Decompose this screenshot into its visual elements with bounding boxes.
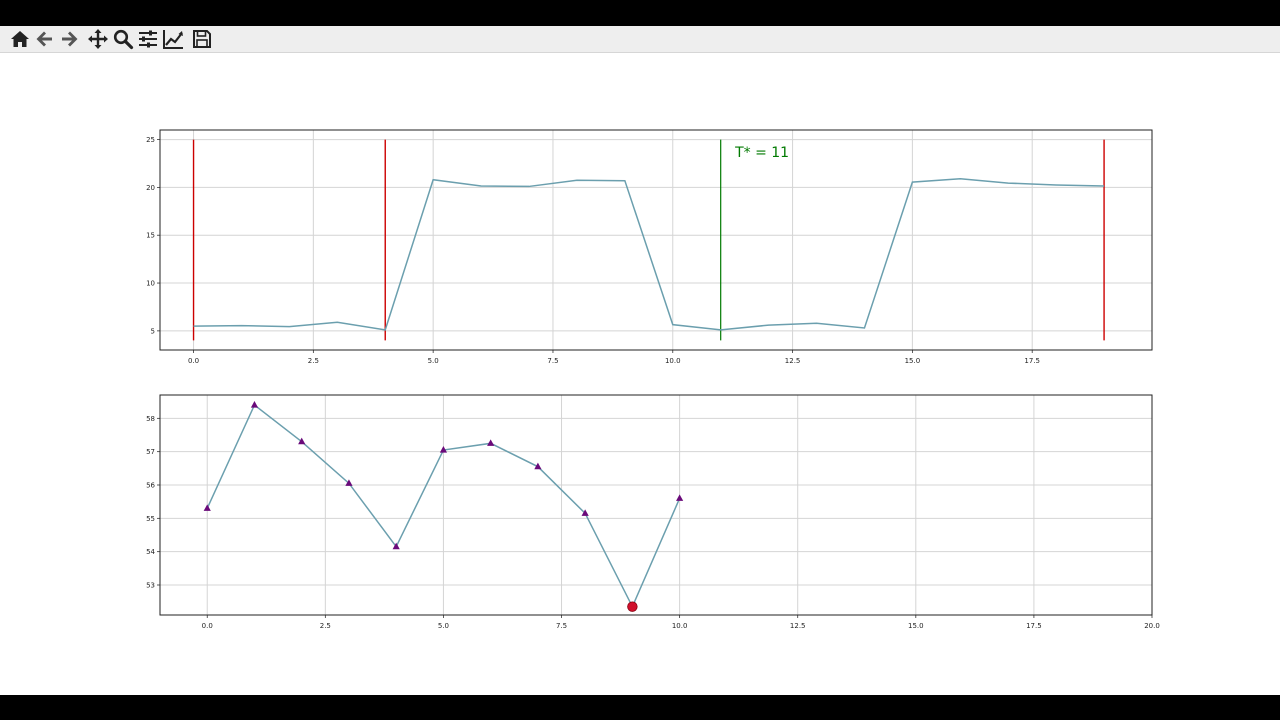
edit-axis-button[interactable] — [162, 28, 184, 50]
chart-panel-1: 0.0 2.5 5.0 7.5 10.0 12.5 15.0 17.5 5 10 15 20 25 T* … — [146, 129, 1153, 365]
y-tick-label: 53 — [146, 582, 155, 590]
y-tick-label: 5 — [151, 327, 155, 335]
toolbar — [0, 26, 1280, 53]
y-tick-label: 57 — [146, 448, 155, 456]
x-tick-label: 2.5 — [308, 357, 319, 365]
x-tick-label: 2.5 — [320, 622, 331, 630]
x-tick-label: 17.5 — [1026, 622, 1042, 630]
x-tick-label: 5.0 — [428, 357, 439, 365]
y-tick-label: 54 — [146, 548, 155, 556]
arrow-left-icon — [36, 31, 52, 47]
y-tick-label: 25 — [146, 136, 155, 144]
data-point-marker — [676, 494, 684, 501]
figure-canvas: 0.0 2.5 5.0 7.5 10.0 12.5 15.0 17.5 5 10 15 20 25 T* … — [0, 53, 1280, 695]
x-tick-label: 17.5 — [1024, 357, 1040, 365]
x-tick-label: 0.0 — [202, 622, 213, 630]
axes-frame — [159, 129, 1153, 351]
line-chart-icon — [163, 30, 183, 49]
x-tick-label: 5.0 — [438, 622, 449, 630]
chart-annotation: T* = 11 — [734, 145, 789, 161]
x-tick-label: 15.0 — [908, 622, 924, 630]
minimum-point-marker — [627, 601, 638, 612]
home-button[interactable] — [9, 28, 31, 50]
data-point-marker — [487, 439, 495, 446]
configure-subplots-button[interactable] — [137, 28, 159, 50]
floppy-disk-icon — [193, 30, 211, 48]
pan-button[interactable] — [87, 28, 109, 50]
y-tick-label: 20 — [146, 184, 155, 192]
x-tick-label: 7.5 — [547, 357, 558, 365]
y-tick-label: 15 — [146, 232, 155, 240]
x-tick-label: 12.5 — [790, 622, 806, 630]
save-button[interactable] — [191, 28, 213, 50]
series-line — [193, 178, 1105, 331]
y-tick-label: 10 — [146, 280, 155, 288]
x-tick-label: 0.0 — [188, 357, 199, 365]
y-tick-label: 55 — [146, 515, 155, 523]
y-tick-label: 56 — [146, 482, 155, 490]
home-icon — [11, 31, 29, 47]
axes-frame — [159, 394, 1153, 616]
x-tick-label: 10.0 — [665, 357, 681, 365]
data-point-marker — [250, 401, 259, 408]
magnifier-icon — [113, 29, 134, 50]
x-tick-label: 12.5 — [785, 357, 801, 365]
arrow-right-icon — [62, 31, 78, 47]
zoom-button[interactable] — [112, 28, 134, 50]
forward-button[interactable] — [58, 28, 80, 50]
x-tick-label: 10.0 — [672, 622, 688, 630]
x-tick-label: 7.5 — [556, 622, 567, 630]
letterbox-top — [0, 0, 1280, 26]
data-point-marker — [298, 437, 306, 445]
sliders-icon — [139, 30, 157, 48]
x-tick-label: 15.0 — [905, 357, 921, 365]
y-tick-label: 58 — [146, 415, 155, 423]
x-tick-label: 20.0 — [1144, 622, 1160, 630]
move-icon — [88, 29, 108, 49]
data-point-marker — [203, 504, 211, 511]
chart-panel-2: 0.0 2.5 5.0 7.5 10.0 12.5 15.0 17.5 20.0 53 54 55 56… — [146, 394, 1160, 630]
back-button[interactable] — [34, 28, 56, 50]
letterbox-bottom — [0, 695, 1280, 720]
charts-svg: 0.0 2.5 5.0 7.5 10.0 12.5 15.0 17.5 5 10 15 20 25 T* … — [146, 129, 1160, 630]
